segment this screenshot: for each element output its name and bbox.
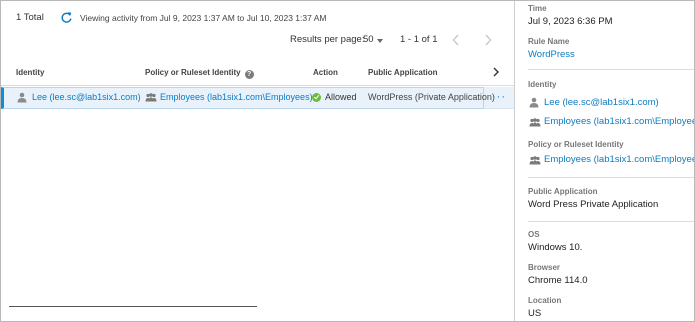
caret-down-icon[interactable] xyxy=(377,39,383,43)
column-header-action[interactable]: Action xyxy=(313,68,338,77)
os-value: Windows 10. xyxy=(528,242,583,253)
chevron-right-icon[interactable] xyxy=(489,64,503,80)
row-policy-link[interactable]: Employees (lab1six1.com\Employees) xyxy=(160,92,313,102)
results-per-page-label: Results per page: xyxy=(290,34,365,45)
time-label: Time xyxy=(528,4,547,13)
identity-user-link[interactable]: Lee (lee.sc@lab1six1.com) xyxy=(544,97,659,108)
results-per-page-select[interactable]: 50 xyxy=(363,34,374,45)
location-label: Location xyxy=(528,296,562,305)
os-label: OS xyxy=(528,230,540,239)
rule-name-label: Rule Name xyxy=(528,37,570,46)
refresh-icon[interactable] xyxy=(60,11,73,24)
public-application-label: Public Application xyxy=(528,187,598,196)
group-icon xyxy=(529,118,541,127)
total-count: 1 Total xyxy=(16,12,44,23)
policy-link[interactable]: Employees (lab1six1.com\Employees) xyxy=(544,154,694,165)
page-range-text: 1 - 1 of 1 xyxy=(400,34,438,45)
divider xyxy=(528,177,694,178)
policy-label: Policy or Ruleset Identity xyxy=(528,140,624,149)
identity-label: Identity xyxy=(528,80,557,89)
browser-label: Browser xyxy=(528,263,561,272)
more-options-icon[interactable]: ··· xyxy=(492,92,506,103)
divider xyxy=(528,221,694,222)
column-header-policy[interactable]: Policy or Ruleset Identity? xyxy=(145,68,254,79)
info-icon[interactable]: ? xyxy=(244,70,254,79)
details-pane: Time Jul 9, 2023 6:36 PM Rule Name WordP… xyxy=(514,1,694,321)
browser-value: Chrome 114.0 xyxy=(528,275,588,286)
table-header: Identity Policy or Ruleset Identity? Act… xyxy=(1,61,514,86)
column-header-identity[interactable]: Identity xyxy=(16,68,44,77)
divider xyxy=(528,69,694,70)
user-icon xyxy=(17,92,27,103)
identity-group-link[interactable]: Employees (lab1six1.com\Employees) xyxy=(544,116,694,127)
location-value: US xyxy=(528,308,542,319)
activity-panel: 1 Total Viewing activity from Jul 9, 202… xyxy=(0,0,695,322)
row-identity-link[interactable]: Lee (lee.sc@lab1six1.com) xyxy=(32,92,141,102)
horizontal-scrollbar[interactable] xyxy=(9,306,257,307)
column-header-public-application[interactable]: Public Application xyxy=(368,68,437,77)
user-icon xyxy=(529,97,539,108)
group-icon xyxy=(145,93,157,102)
pagination-bar: Results per page: 50 1 - 1 of 1 xyxy=(1,34,514,48)
chevron-left-icon[interactable] xyxy=(449,32,463,48)
chevron-right-icon[interactable] xyxy=(481,32,495,48)
group-icon xyxy=(529,156,541,165)
time-value: Jul 9, 2023 6:36 PM xyxy=(528,16,613,27)
activity-table-pane: 1 Total Viewing activity from Jul 9, 202… xyxy=(1,1,514,321)
rule-name-link[interactable]: WordPress xyxy=(528,49,575,60)
public-application-value: Word Press Private Application xyxy=(528,199,659,210)
row-action-status: Allowed xyxy=(325,92,357,102)
row-public-application: WordPress (Private Application) xyxy=(368,92,495,102)
column-header-policy-label: Policy or Ruleset Identity xyxy=(145,68,241,77)
table-row[interactable]: Lee (lee.sc@lab1six1.com) Employees (lab… xyxy=(1,87,514,109)
check-circle-icon xyxy=(312,93,321,102)
viewing-range-text: Viewing activity from Jul 9, 2023 1:37 A… xyxy=(80,13,327,23)
